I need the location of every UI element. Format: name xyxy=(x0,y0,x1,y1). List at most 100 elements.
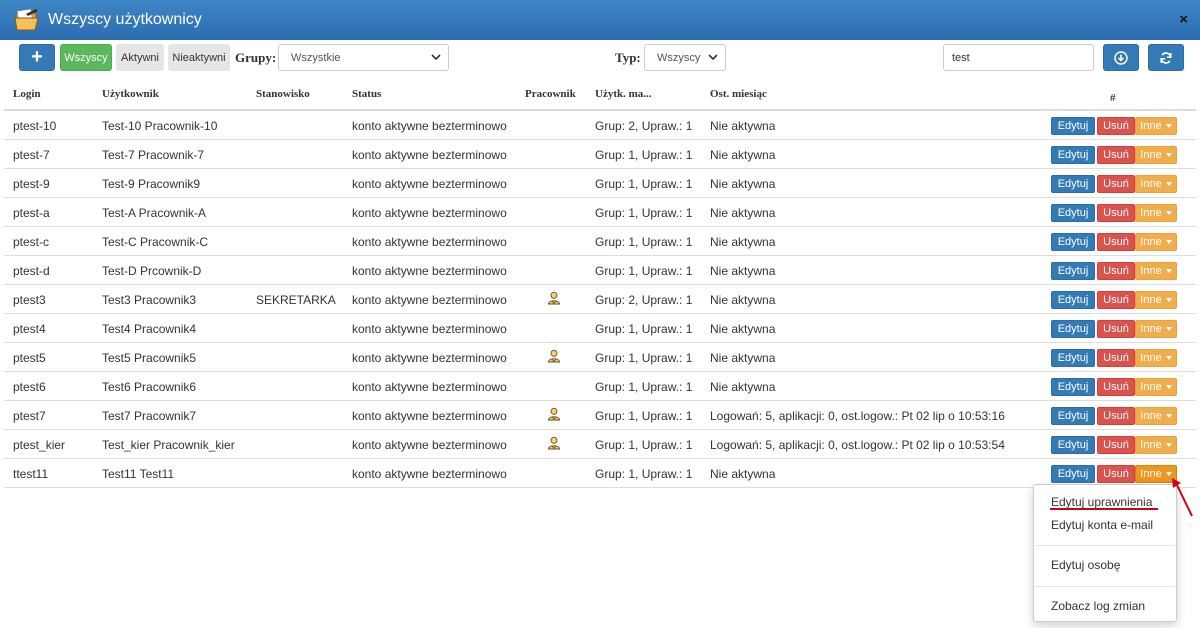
more-actions-label: Inne xyxy=(1140,381,1162,393)
more-actions-label: Inne xyxy=(1140,294,1162,306)
edit-button[interactable]: Edytuj xyxy=(1051,117,1095,135)
delete-button[interactable]: Usuń xyxy=(1097,175,1135,193)
cell-last-month: Nie aktywna xyxy=(710,293,776,307)
edit-button[interactable]: Edytuj xyxy=(1051,204,1095,222)
edit-button[interactable]: Edytuj xyxy=(1051,146,1095,164)
header-groups: Użytk. ma... xyxy=(595,88,652,100)
table-row: ptest-7 Test-7 Pracownik-7 konto aktywne b… xyxy=(4,140,1196,169)
header-last-month: Ost. miesiąc xyxy=(710,88,767,100)
cell-user: Test3 Pracownik3 xyxy=(102,293,197,307)
download-icon xyxy=(1114,50,1128,65)
more-actions-button[interactable]: Inne xyxy=(1135,407,1177,425)
refresh-button[interactable] xyxy=(1148,44,1184,71)
more-actions-button[interactable]: Inne xyxy=(1135,204,1177,222)
edit-button[interactable]: Edytuj xyxy=(1051,407,1095,425)
delete-button[interactable]: Usuń xyxy=(1097,378,1135,396)
table-row: ptest5 Test5 Pracownik5 konto aktywne bezt… xyxy=(4,343,1196,372)
more-actions-button[interactable]: Inne xyxy=(1135,349,1177,367)
caret-down-icon xyxy=(1165,356,1172,360)
cell-last-month: Nie aktywna xyxy=(710,322,776,336)
cell-position: SEKRETARKA xyxy=(256,293,336,307)
filter-inactive-button[interactable]: Nieaktywni xyxy=(168,44,230,71)
cell-groups: Grup: 1, Upraw.: 1 xyxy=(595,148,693,162)
cell-status: konto aktywne bezterminowo xyxy=(352,206,507,220)
table-row: ptest7 Test7 Pracownik7 konto aktywne bezt… xyxy=(4,401,1196,430)
edit-button[interactable]: Edytuj xyxy=(1051,291,1095,309)
cell-user: Test7 Pracownik7 xyxy=(102,409,197,423)
employee-icon xyxy=(547,436,561,450)
more-actions-button[interactable]: Inne xyxy=(1135,378,1177,396)
add-user-button[interactable]: + xyxy=(19,44,55,71)
more-actions-button[interactable]: Inne xyxy=(1135,146,1177,164)
delete-button[interactable]: Usuń xyxy=(1097,465,1135,483)
edit-button[interactable]: Edytuj xyxy=(1051,436,1095,454)
filter-active-button[interactable]: Aktywni xyxy=(116,44,164,71)
cell-login: ptest5 xyxy=(13,351,46,365)
more-actions-button[interactable]: Inne xyxy=(1135,233,1177,251)
delete-button[interactable]: Usuń xyxy=(1097,233,1135,251)
header-position: Stanowisko xyxy=(256,88,310,100)
edit-button[interactable]: Edytuj xyxy=(1051,262,1095,280)
menu-item-edit-person[interactable]: Edytuj osobę xyxy=(1051,558,1120,572)
search-input-value: test xyxy=(952,51,970,64)
search-input[interactable]: test xyxy=(943,44,1094,71)
delete-button[interactable]: Usuń xyxy=(1097,407,1135,425)
menu-item-view-change-log[interactable]: Zobacz log zmian xyxy=(1051,599,1145,613)
more-actions-button[interactable]: Inne xyxy=(1135,436,1177,454)
edit-button[interactable]: Edytuj xyxy=(1051,233,1095,251)
table-row: ptest_kier Test_kier Pracownik_kier konto … xyxy=(4,430,1196,459)
edit-button[interactable]: Edytuj xyxy=(1051,378,1095,396)
edit-button[interactable]: Edytuj xyxy=(1051,175,1095,193)
delete-button[interactable]: Usuń xyxy=(1097,291,1135,309)
header-status: Status xyxy=(352,88,382,100)
more-actions-button[interactable]: Inne xyxy=(1135,291,1177,309)
menu-item-edit-permissions[interactable]: Edytuj uprawnienia xyxy=(1051,495,1152,509)
more-actions-label: Inne xyxy=(1140,410,1162,422)
delete-button[interactable]: Usuń xyxy=(1097,436,1135,454)
cell-last-month: Nie aktywna xyxy=(710,351,776,365)
cell-user: Test6 Pracownik6 xyxy=(102,380,197,394)
delete-button[interactable]: Usuń xyxy=(1097,204,1135,222)
caret-down-icon xyxy=(1165,153,1172,157)
caret-down-icon xyxy=(1165,211,1172,215)
menu-item-edit-email-accounts[interactable]: Edytuj konta e-mail xyxy=(1051,518,1153,532)
download-button[interactable] xyxy=(1103,44,1139,71)
cell-status: konto aktywne bezterminowo xyxy=(352,264,507,278)
edit-button[interactable]: Edytuj xyxy=(1051,349,1095,367)
header-actions: # xyxy=(1110,92,1116,104)
cell-login: ttest11 xyxy=(13,467,49,481)
type-label: Typ: xyxy=(615,50,641,65)
edit-button[interactable]: Edytuj xyxy=(1051,465,1095,483)
more-actions-label: Inne xyxy=(1140,265,1162,277)
cell-login: ptest-7 xyxy=(13,148,50,162)
more-actions-button[interactable]: Inne xyxy=(1135,117,1177,135)
cell-login: ptest6 xyxy=(13,380,46,394)
cell-groups: Grup: 1, Upraw.: 1 xyxy=(595,322,693,336)
cell-groups: Grup: 1, Upraw.: 1 xyxy=(595,467,693,481)
cell-user: Test4 Pracownik4 xyxy=(102,322,197,336)
cell-login: ptest-9 xyxy=(13,177,50,191)
cell-groups: Grup: 1, Upraw.: 1 xyxy=(595,235,693,249)
cell-status: konto aktywne bezterminowo xyxy=(352,467,507,481)
folder-icon xyxy=(14,8,39,31)
delete-button[interactable]: Usuń xyxy=(1097,146,1135,164)
delete-button[interactable]: Usuń xyxy=(1097,117,1135,135)
filter-all-button[interactable]: Wszyscy xyxy=(60,44,112,71)
delete-button[interactable]: Usuń xyxy=(1097,320,1135,338)
caret-down-icon xyxy=(1165,385,1172,389)
more-actions-label: Inne xyxy=(1140,468,1162,480)
cell-login: ptest_kier xyxy=(13,438,66,452)
type-select[interactable]: Wszyscy xyxy=(644,44,726,71)
caret-down-icon xyxy=(1165,414,1172,418)
cell-groups: Grup: 2, Upraw.: 1 xyxy=(595,293,693,307)
cell-groups: Grup: 1, Upraw.: 1 xyxy=(595,438,693,452)
more-actions-button[interactable]: Inne xyxy=(1135,320,1177,338)
more-actions-button[interactable]: Inne xyxy=(1135,262,1177,280)
delete-button[interactable]: Usuń xyxy=(1097,262,1135,280)
close-icon[interactable]: × xyxy=(1179,11,1188,28)
edit-button[interactable]: Edytuj xyxy=(1051,320,1095,338)
cell-status: konto aktywne bezterminowo xyxy=(352,148,507,162)
more-actions-button[interactable]: Inne xyxy=(1135,175,1177,193)
delete-button[interactable]: Usuń xyxy=(1097,349,1135,367)
groups-select[interactable]: Wszystkie xyxy=(278,44,449,71)
